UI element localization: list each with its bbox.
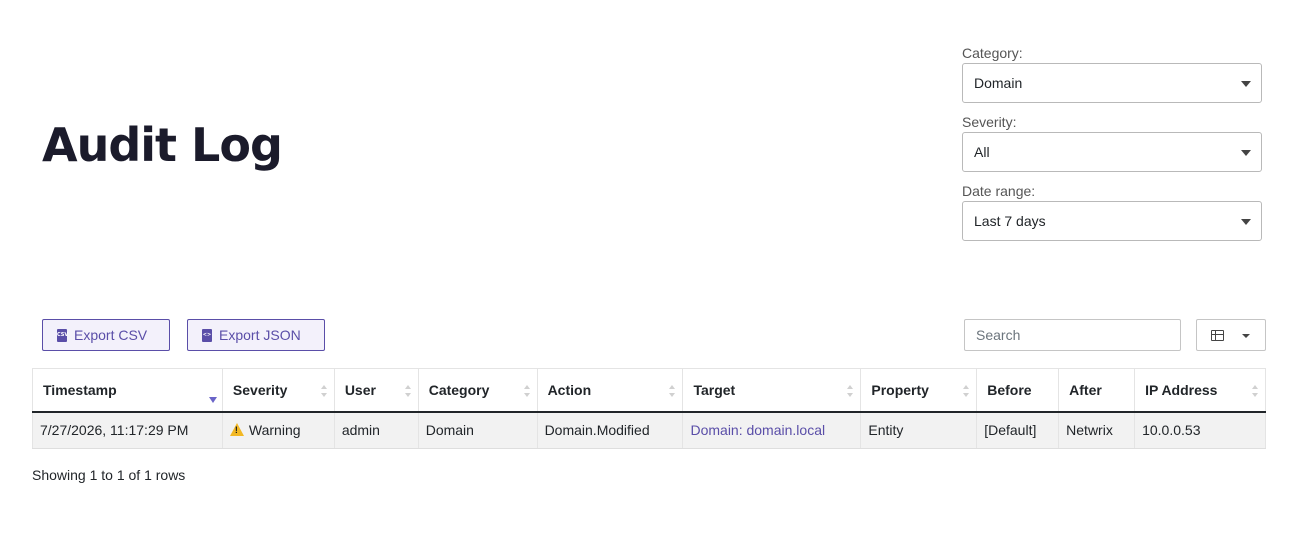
sort-icon	[320, 385, 328, 397]
warning-triangle-icon	[229, 423, 244, 437]
column-header-category[interactable]: Category	[418, 368, 538, 413]
severity-select-value: All	[974, 144, 990, 160]
cell-timestamp: 7/27/2026, 11:17:29 PM	[32, 411, 223, 449]
export-json-button[interactable]: <> Export JSON	[187, 319, 325, 351]
sort-descending-icon	[208, 385, 217, 403]
date-range-label: Date range:	[962, 183, 1036, 199]
export-csv-button[interactable]: CSV Export CSV	[42, 319, 170, 351]
page-title: Audit Log	[42, 118, 283, 172]
sort-icon	[847, 385, 854, 397]
column-header-timestamp[interactable]: Timestamp	[32, 368, 223, 413]
column-header-target[interactable]: Target	[682, 368, 862, 413]
sort-icon	[669, 385, 676, 397]
category-select[interactable]: Domain	[962, 63, 1262, 103]
column-header-ip-address[interactable]: IP Address	[1134, 368, 1266, 413]
cell-severity: Warning	[222, 411, 335, 449]
cell-after: Netwrix	[1058, 411, 1136, 449]
table-header-row: Timestamp Severity User Category Action …	[32, 368, 1266, 413]
chevron-down-icon	[1241, 81, 1251, 87]
severity-text: Warning	[248, 422, 301, 439]
category-label: Category:	[962, 45, 1023, 61]
cell-ip-address: 10.0.0.53	[1134, 411, 1266, 449]
sort-icon	[404, 385, 412, 397]
chevron-down-icon	[1241, 150, 1251, 156]
target-link[interactable]: Domain: domain.local	[690, 422, 825, 438]
chevron-down-icon	[1242, 334, 1250, 338]
cell-target: Domain: domain.local	[682, 411, 862, 449]
export-json-label: Export JSON	[219, 327, 301, 343]
category-select-value: Domain	[974, 75, 1023, 91]
csv-file-icon: CSV	[57, 328, 68, 342]
sort-icon	[1252, 385, 1259, 397]
date-range-select-value: Last 7 days	[974, 213, 1046, 229]
cell-property: Entity	[860, 411, 978, 449]
column-header-after: After	[1058, 368, 1136, 413]
severity-label: Severity:	[962, 114, 1017, 130]
json-file-icon: <>	[202, 328, 212, 342]
cell-before: [Default]	[976, 411, 1060, 449]
column-header-action[interactable]: Action	[537, 368, 684, 413]
column-header-user[interactable]: User	[334, 368, 419, 413]
chevron-down-icon	[1241, 219, 1251, 225]
cell-category: Domain	[418, 411, 538, 449]
severity-select[interactable]: All	[962, 132, 1262, 172]
severity-filter: Severity: All	[962, 113, 1262, 172]
search-input[interactable]	[964, 319, 1181, 351]
column-header-before: Before	[976, 368, 1060, 413]
filters-panel: Category: Domain Severity: All Date rang…	[962, 44, 1262, 251]
category-filter: Category: Domain	[962, 44, 1262, 103]
pagination-info: Showing 1 to 1 of 1 rows	[32, 467, 186, 483]
date-range-select[interactable]: Last 7 days	[962, 201, 1262, 241]
columns-toggle-button[interactable]	[1196, 319, 1266, 351]
table-columns-icon	[1211, 330, 1224, 341]
date-range-filter: Date range: Last 7 days	[962, 182, 1262, 241]
cell-user: admin	[334, 411, 419, 449]
audit-table: Timestamp Severity User Category Action …	[32, 368, 1266, 449]
cell-action: Domain.Modified	[537, 411, 684, 449]
export-csv-label: Export CSV	[74, 327, 148, 343]
column-header-severity[interactable]: Severity	[222, 368, 335, 413]
column-header-property[interactable]: Property	[860, 368, 978, 413]
sort-icon	[963, 385, 970, 397]
sort-icon	[523, 385, 531, 397]
table-row: 7/27/2026, 11:17:29 PM Warning admin Dom…	[32, 411, 1266, 449]
